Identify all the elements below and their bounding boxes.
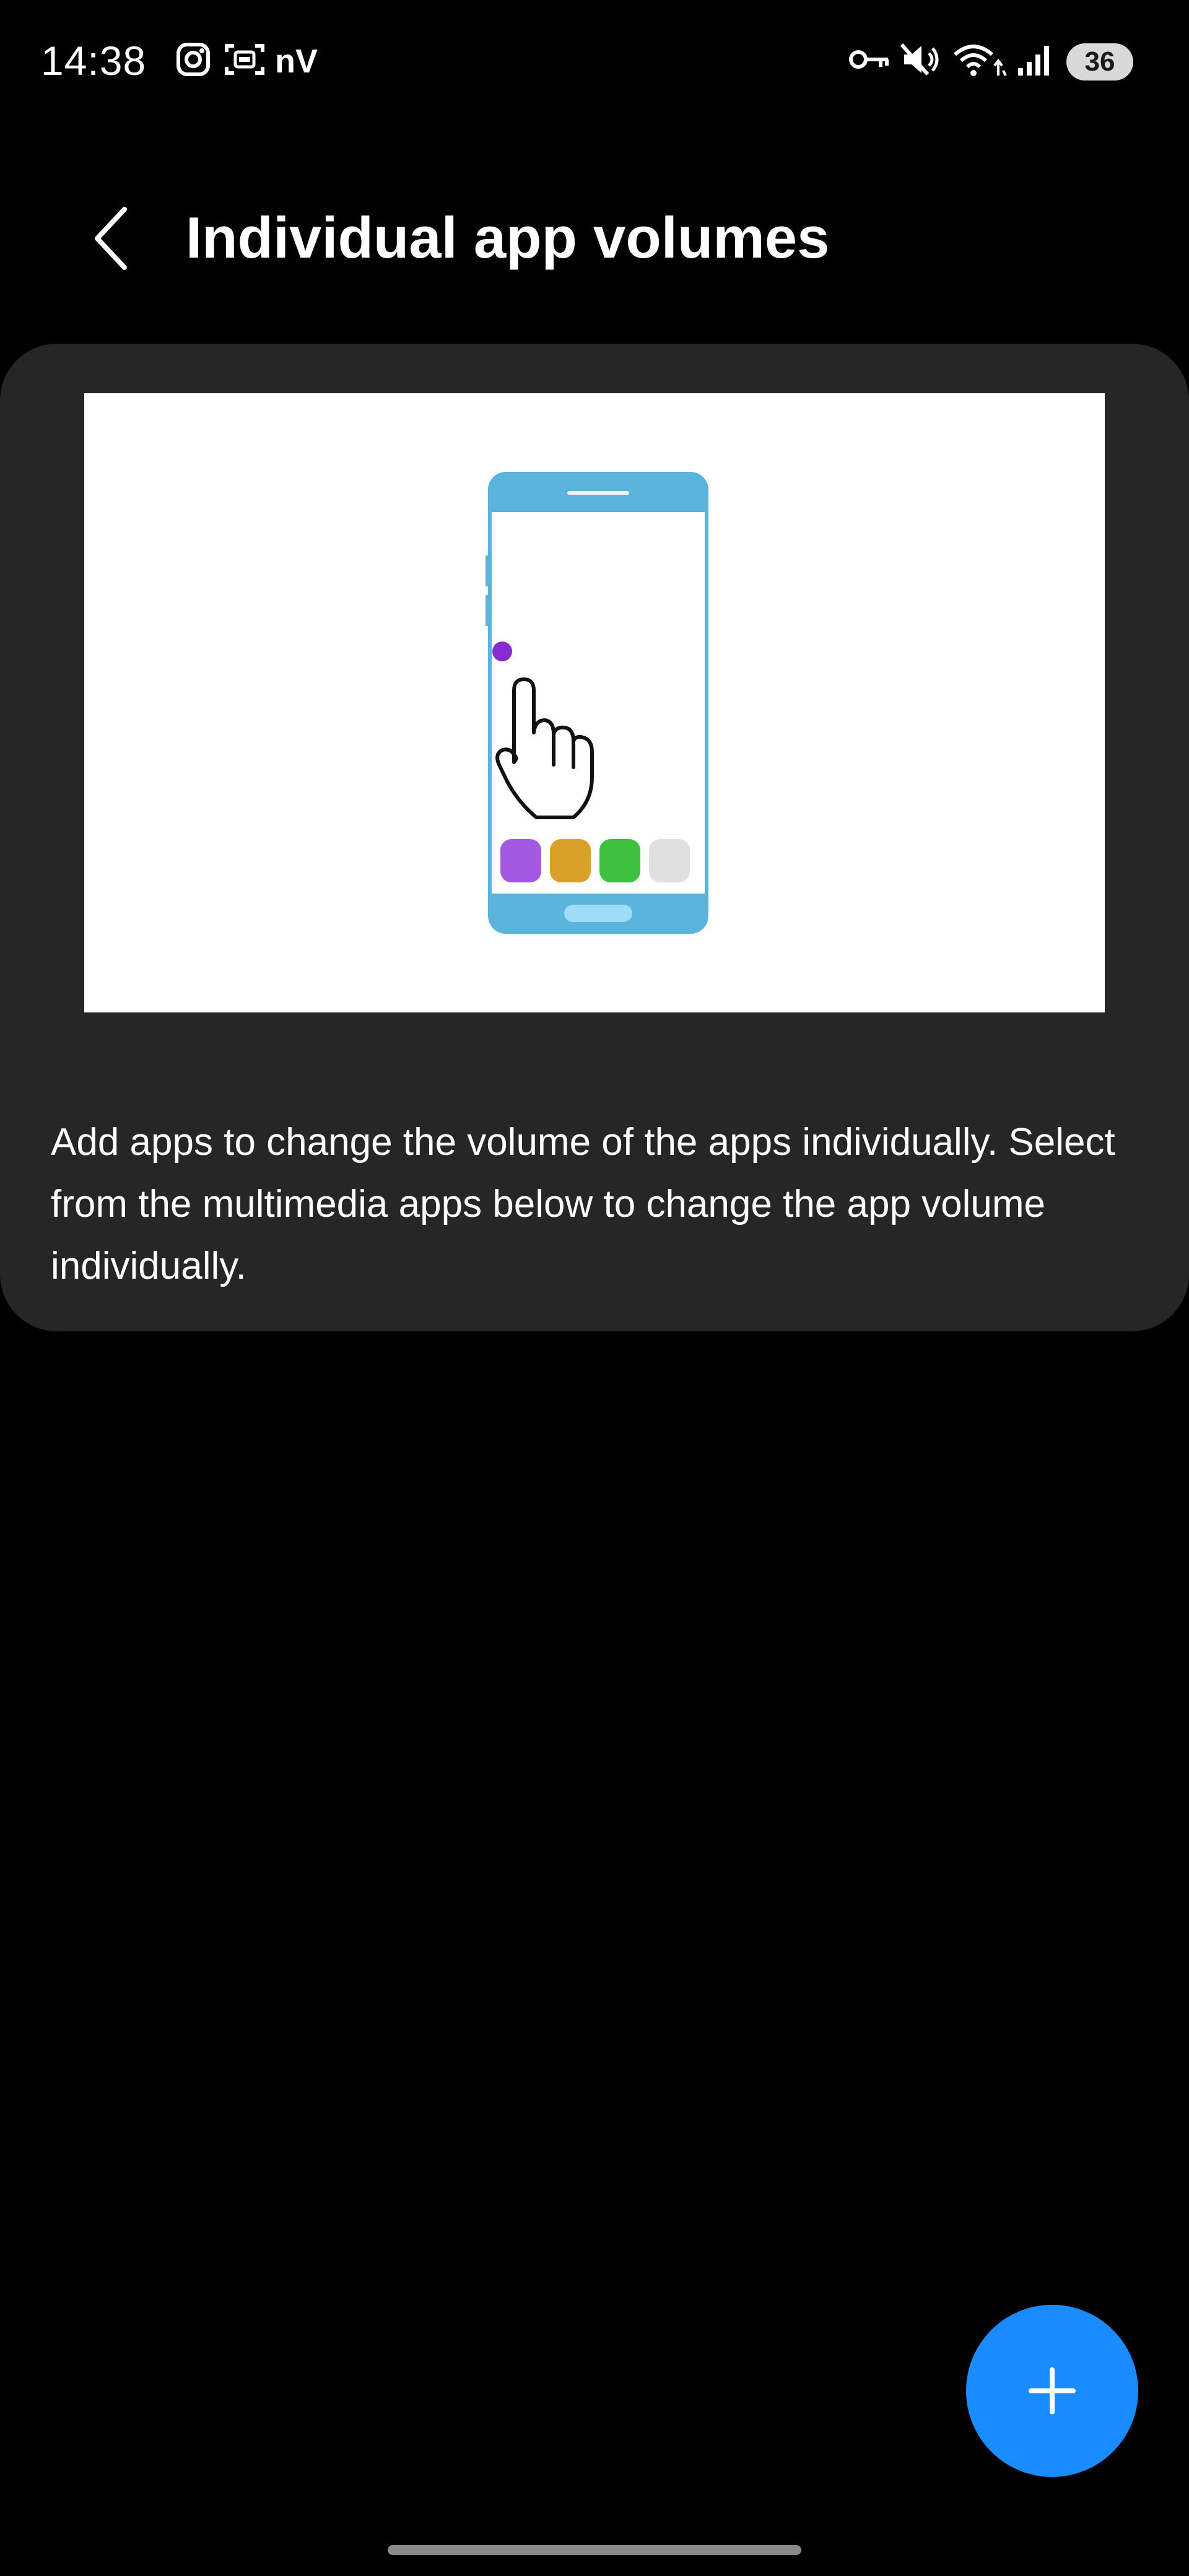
screen-recorder-icon — [225, 44, 264, 75]
battery-indicator: 36 — [1066, 43, 1133, 80]
chevron-left-icon — [95, 207, 127, 270]
card-description: Add apps to change the volume of the app… — [51, 1121, 1115, 1287]
signal-icon — [1018, 46, 1049, 76]
add-app-button[interactable] — [966, 2305, 1138, 2477]
status-bar: 14:38 nV 36 — [0, 0, 1189, 124]
illustration — [84, 393, 1105, 1012]
status-time: 14:38 — [41, 38, 147, 84]
plus-icon — [1029, 2367, 1076, 2414]
instagram-icon — [176, 43, 210, 76]
wifi-icon — [954, 45, 1007, 76]
info-card: Add apps to change the volume of the app… — [0, 344, 1189, 1331]
back-button[interactable] — [81, 198, 142, 279]
mute-icon — [900, 43, 939, 76]
carrier-text: nV — [275, 43, 318, 80]
page-title: Individual app volumes — [186, 205, 830, 270]
vpn-key-icon — [849, 50, 889, 69]
phone-illustration — [486, 472, 708, 934]
gesture-nav-handle[interactable] — [388, 2545, 801, 2555]
